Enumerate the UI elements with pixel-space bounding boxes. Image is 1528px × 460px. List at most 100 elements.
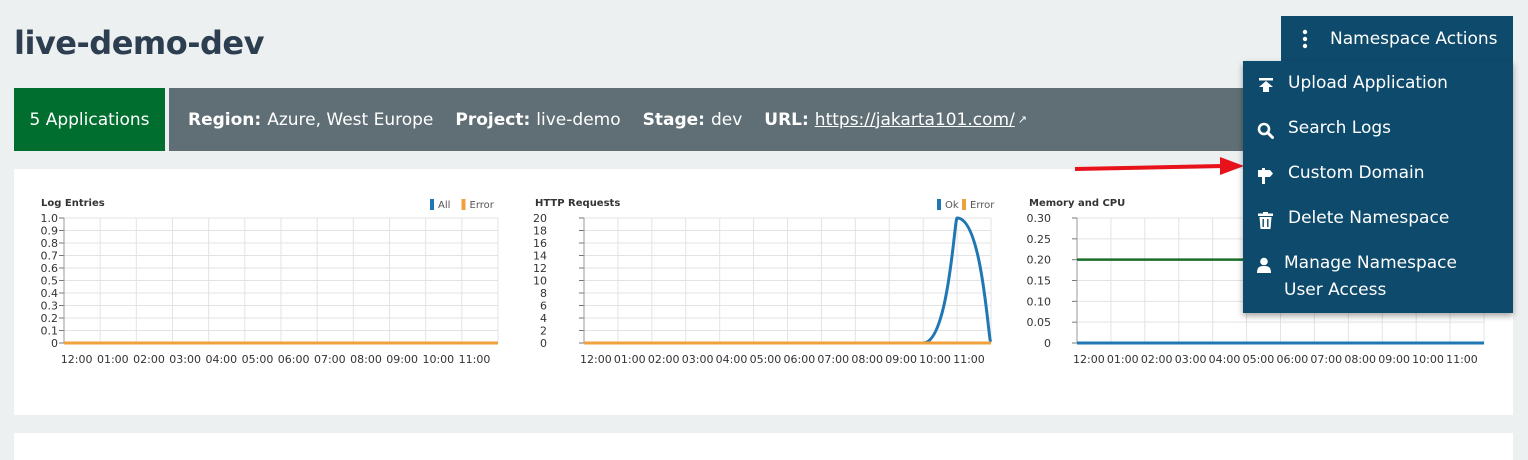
- legend-swatch: [461, 199, 466, 210]
- x-tick-label: 04:00: [205, 353, 237, 366]
- search-icon: [1243, 119, 1288, 139]
- x-tick-label: 08:00: [851, 353, 883, 366]
- y-tick-label: 18: [533, 225, 547, 238]
- y-tick-label: 6: [540, 300, 547, 313]
- y-tick-label: 0.05: [1027, 316, 1052, 329]
- y-tick-label: 0.25: [1027, 233, 1052, 246]
- menu-item-manage-user-access[interactable]: Manage Namespace User Access: [1243, 253, 1513, 304]
- stage-value: dev: [710, 109, 743, 130]
- project-key: Project:: [455, 109, 531, 130]
- legend-label: All: [438, 200, 450, 211]
- y-tick-label: 1.0: [41, 212, 59, 225]
- y-tick-label: 12: [533, 262, 547, 275]
- menu-item-delete-namespace[interactable]: Delete Namespace: [1243, 208, 1513, 232]
- applications-card: [14, 433, 1513, 460]
- x-tick-label: 07:00: [817, 353, 849, 366]
- y-tick-label: 0: [51, 337, 58, 350]
- signpost-icon: [1243, 164, 1288, 184]
- http-requests-chart: HTTP Requests 0 2 4 6 8 10 12 14 16 18 20 12:00 01:00…: [509, 169, 1004, 415]
- x-tick-label: 11:00: [1446, 353, 1478, 366]
- project-value: live-demo: [536, 109, 621, 130]
- upload-icon: [1243, 74, 1288, 93]
- x-tick-label: 01:00: [1107, 353, 1139, 366]
- chart-svg: Log Entries00.10.20.30.40.50.60.70.80.91…: [41, 198, 499, 366]
- x-tick-label: 05:00: [1243, 353, 1275, 366]
- legend-label: Error: [970, 200, 995, 211]
- y-tick-label: 10: [533, 275, 547, 288]
- legend-label: Ok: [945, 200, 959, 211]
- x-tick-label: 04:00: [1209, 353, 1241, 366]
- chart-title: Memory and CPU: [1029, 198, 1125, 209]
- x-tick-label: 01:00: [614, 353, 646, 366]
- user-icon: [1243, 254, 1284, 273]
- x-tick-label: 09:00: [885, 353, 917, 366]
- x-tick-label: 02:00: [648, 353, 680, 366]
- kebab-menu-icon: [1281, 29, 1329, 49]
- y-tick-label: 0.7: [41, 250, 59, 263]
- y-tick-label: 0.9: [41, 225, 59, 238]
- x-tick-label: 10:00: [1412, 353, 1444, 366]
- y-tick-label: 0.1: [41, 325, 59, 338]
- x-tick-label: 11:00: [459, 353, 491, 366]
- url-key: URL:: [764, 109, 809, 130]
- menu-item-label: Delete Namespace: [1288, 208, 1450, 228]
- y-tick-label: 0: [1044, 337, 1051, 350]
- x-tick-label: 10:00: [422, 353, 454, 366]
- x-tick-label: 11:00: [953, 353, 985, 366]
- namespace-url-link[interactable]: https://jakarta101.com/: [815, 110, 1015, 130]
- y-tick-label: 0.8: [41, 237, 59, 250]
- x-tick-label: 12:00: [580, 353, 612, 366]
- y-tick-label: 2: [540, 325, 547, 338]
- x-tick-label: 09:00: [386, 353, 418, 366]
- x-tick-label: 03:00: [169, 353, 201, 366]
- legend-label: Error: [470, 200, 495, 211]
- chart-title: HTTP Requests: [535, 198, 620, 209]
- y-tick-label: 16: [533, 237, 547, 250]
- log-entries-chart: Log Entries 0 0.1 0.2 0.3 0.4 0.5 0.6 0.7 0.8 0.9 1…: [14, 169, 509, 415]
- chart-svg: HTTP Requests 02468101214161820 12:00 01:00…: [533, 198, 995, 366]
- x-tick-label: 01:00: [97, 353, 129, 366]
- x-tick-label: 10:00: [919, 353, 951, 366]
- chart-title: Log Entries: [41, 198, 105, 209]
- legend-swatch: [962, 199, 966, 210]
- y-tick-label: 20: [533, 212, 547, 225]
- y-tick-label: 0.5: [41, 275, 59, 288]
- menu-item-label: Manage Namespace User Access: [1284, 253, 1457, 300]
- x-tick-label: 08:00: [350, 353, 382, 366]
- menu-item-search-logs[interactable]: Search Logs: [1243, 118, 1513, 142]
- x-tick-label: 06:00: [784, 353, 816, 366]
- y-tick-label: 0.15: [1027, 275, 1052, 288]
- y-tick-label: 0.4: [41, 287, 59, 300]
- external-link-icon: ↗: [1017, 113, 1028, 126]
- stage-key: Stage:: [642, 109, 705, 130]
- y-tick-label: 0: [540, 337, 547, 350]
- region-value: Azure, West Europe: [267, 109, 434, 130]
- x-tick-label: 12:00: [1073, 353, 1105, 366]
- namespace-actions-menu: Upload Application Search Logs Custom Do…: [1243, 61, 1513, 313]
- y-tick-label: 0.6: [41, 262, 59, 275]
- x-tick-label: 05:00: [242, 353, 274, 366]
- y-tick-label: 4: [540, 312, 547, 325]
- x-tick-label: 02:00: [1141, 353, 1173, 366]
- x-tick-label: 06:00: [1277, 353, 1309, 366]
- menu-item-label: Upload Application: [1288, 73, 1448, 93]
- x-tick-label: 08:00: [1344, 353, 1376, 366]
- y-tick-label: 0.30: [1027, 212, 1052, 225]
- menu-item-upload-application[interactable]: Upload Application: [1243, 73, 1513, 97]
- y-tick-label: 0.2: [41, 312, 59, 325]
- region-key: Region:: [188, 109, 262, 130]
- x-tick-label: 03:00: [1175, 353, 1207, 366]
- menu-item-custom-domain[interactable]: Custom Domain: [1243, 163, 1513, 187]
- x-tick-label: 03:00: [682, 353, 714, 366]
- y-tick-label: 0.20: [1027, 254, 1052, 267]
- page-title: live-demo-dev: [14, 24, 264, 62]
- applications-count-button[interactable]: 5 Applications: [14, 88, 165, 151]
- annotation-arrow: [1074, 157, 1244, 175]
- legend-swatch: [937, 199, 941, 210]
- x-tick-label: 04:00: [716, 353, 748, 366]
- menu-item-label: Search Logs: [1288, 118, 1392, 138]
- namespace-actions-button[interactable]: Namespace Actions: [1281, 16, 1513, 61]
- x-tick-label: 02:00: [133, 353, 165, 366]
- x-tick-label: 07:00: [314, 353, 346, 366]
- namespace-meta: Region: Azure, West Europe Project: live…: [169, 88, 1244, 151]
